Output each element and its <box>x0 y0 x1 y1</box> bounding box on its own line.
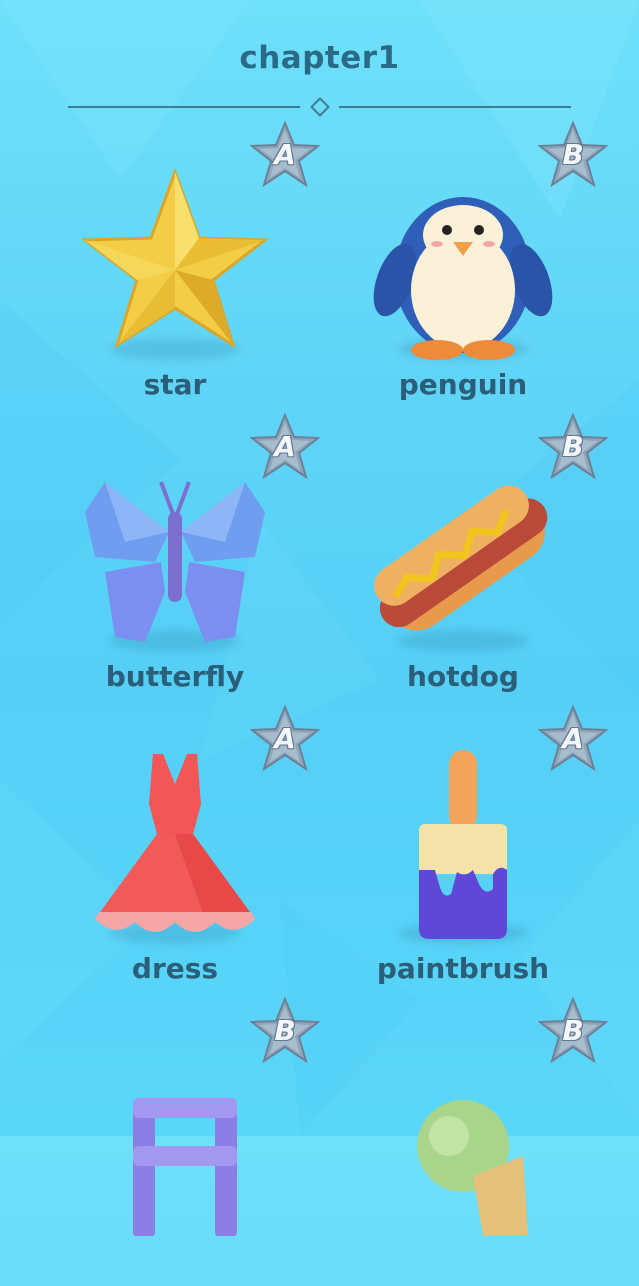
grade-letter: A <box>562 722 584 755</box>
grade-letter: A <box>274 430 296 463</box>
grade-badge: B <box>249 996 321 1066</box>
level-card-butterfly[interactable]: A butterfly <box>30 412 321 702</box>
level-card-penguin[interactable]: B penguin <box>318 120 609 410</box>
item-label: butterfly <box>105 660 245 693</box>
item-label: paintbrush <box>376 952 550 985</box>
level-card-ice-cream[interactable]: B <box>318 996 609 1286</box>
item-label: dress <box>131 952 219 985</box>
grade-badge: B <box>537 996 609 1066</box>
grade-letter: B <box>562 430 584 463</box>
grade-letter: B <box>562 1014 584 1047</box>
divider-line-right <box>339 106 571 108</box>
title-divider <box>68 97 571 117</box>
item-label: penguin <box>398 368 528 401</box>
grade-letter: B <box>274 1014 296 1047</box>
level-card-paintbrush[interactable]: A paintbrush <box>318 704 609 994</box>
grade-letter: A <box>274 138 296 171</box>
grade-letter: B <box>562 138 584 171</box>
level-card-ladder[interactable]: B <box>30 996 321 1286</box>
divider-line-left <box>68 106 300 108</box>
grade-badge: A <box>537 704 609 774</box>
divider-diamond <box>310 97 330 117</box>
item-label: star <box>143 368 207 401</box>
chapter-title: chapter1 <box>239 40 400 76</box>
grade-badge: A <box>249 704 321 774</box>
grade-badge: A <box>249 412 321 482</box>
grade-badge: B <box>537 120 609 190</box>
grade-badge: A <box>249 120 321 190</box>
level-card-dress[interactable]: A dress <box>30 704 321 994</box>
item-label: hotdog <box>407 660 519 693</box>
level-card-star[interactable]: A star <box>30 120 321 410</box>
level-card-hotdog[interactable]: B hotdog <box>318 412 609 702</box>
grade-letter: A <box>274 722 296 755</box>
grade-badge: B <box>537 412 609 482</box>
